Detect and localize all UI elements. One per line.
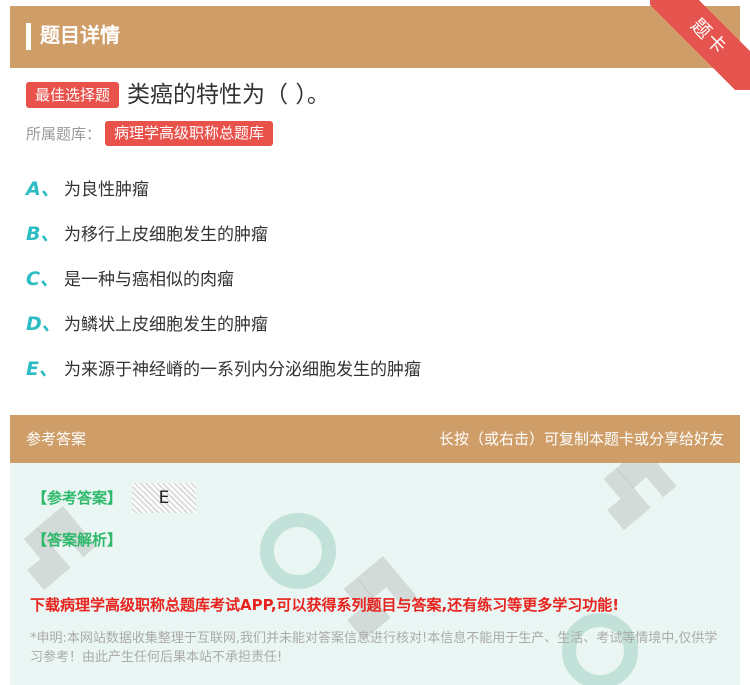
- option-c[interactable]: C、 是一种与癌相似的肉瘤: [26, 262, 234, 292]
- option-text: 为来源于神经嵴的一系列内分泌细胞发生的肿瘤: [64, 359, 421, 380]
- share-hint: 长按（或右击）可复制本题卡或分享给好友: [438, 430, 724, 448]
- watermark-icon: ▟▜: [591, 463, 677, 530]
- option-d[interactable]: D、 为鳞状上皮细胞发生的肿瘤: [26, 307, 268, 337]
- option-letter: E、: [26, 357, 58, 380]
- disclaimer-text: *申明:本网站数据收集整理于互联网,我们并未能对答案信息进行核对!本信息不能用于…: [30, 631, 718, 665]
- analysis-label: 【答案解析】: [32, 531, 123, 549]
- option-text: 为鳞状上皮细胞发生的肿瘤: [64, 314, 268, 335]
- ribbon-label: 题卡: [650, 0, 750, 90]
- header-bar: 题目详情: [10, 6, 740, 68]
- option-b[interactable]: B、 为移行上皮细胞发生的肿瘤: [26, 217, 268, 247]
- answer-header: 参考答案 长按（或右击）可复制本题卡或分享给好友: [10, 415, 740, 463]
- page-title: 题目详情: [40, 23, 120, 47]
- bank-label: 所属题库：: [26, 124, 102, 143]
- question-row: 最佳选择题 类癌的特性为（ ）。: [26, 80, 330, 110]
- option-letter: C、: [26, 267, 59, 290]
- bank-link[interactable]: 病理学高级职称总题库: [105, 120, 274, 146]
- option-text: 为移行上皮细胞发生的肿瘤: [64, 224, 268, 245]
- download-app-link[interactable]: 下载病理学高级职称总题库考试APP,可以获得系列题目与答案,还有练习等更多学习功…: [30, 594, 619, 615]
- option-a[interactable]: A、 为良性肿瘤: [26, 172, 149, 202]
- option-letter: A、: [26, 177, 60, 200]
- option-e[interactable]: E、 为来源于神经嵴的一系列内分泌细胞发生的肿瘤: [26, 352, 421, 382]
- corner-ribbon: 题卡: [650, 0, 750, 90]
- question-type-badge: 最佳选择题: [26, 82, 120, 108]
- answer-section-title: 参考答案: [26, 430, 87, 448]
- option-letter: D、: [26, 312, 61, 335]
- answer-label: 【参考答案】: [32, 489, 123, 507]
- answer-value: E: [132, 483, 196, 513]
- question-text: 类癌的特性为（ ）。: [127, 82, 330, 108]
- watermark-logo-icon: [260, 513, 336, 589]
- question-bank-row: 所属题库： 病理学高级职称总题库: [26, 120, 274, 146]
- option-text: 是一种与癌相似的肉瘤: [64, 269, 234, 290]
- answer-panel: ▟▜ ▟▜ ▟▜ 【参考答案】 E 【答案解析】 下载病理学高级职称总题库考试A…: [10, 463, 740, 685]
- option-letter: B、: [26, 222, 60, 245]
- option-text: 为良性肿瘤: [64, 179, 149, 200]
- header-accent-bar: [26, 23, 31, 50]
